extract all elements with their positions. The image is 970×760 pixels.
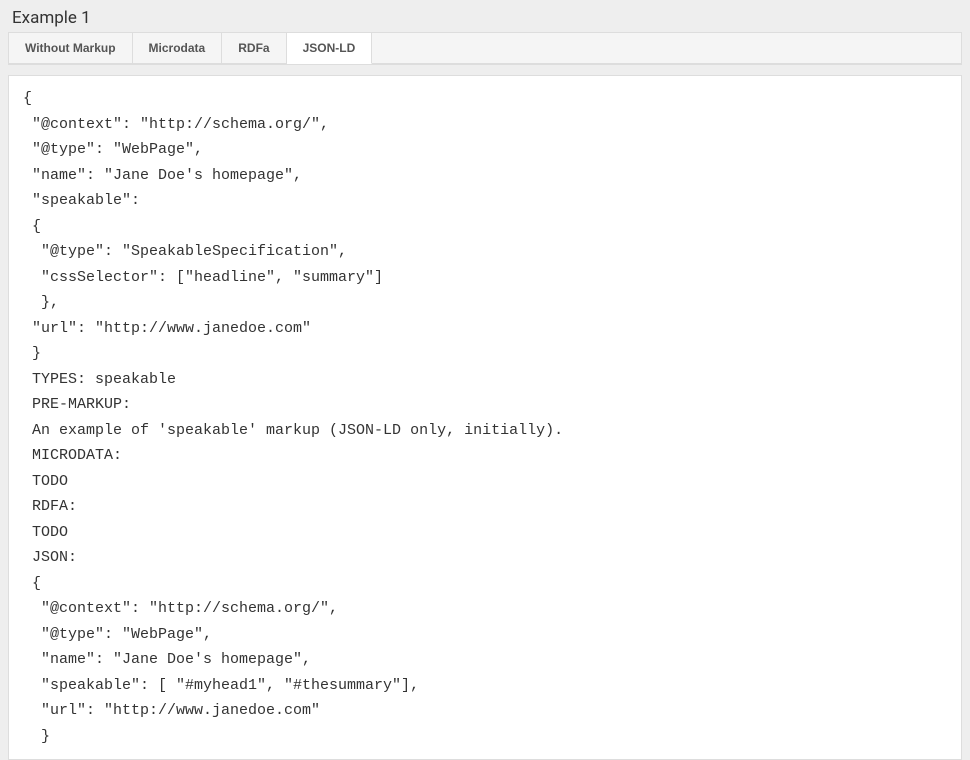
tabs-header: Without Markup Microdata RDFa JSON-LD xyxy=(9,33,961,64)
tabs-container: Without Markup Microdata RDFa JSON-LD xyxy=(8,32,962,65)
tab-rdfa[interactable]: RDFa xyxy=(222,33,286,63)
code-panel: { "@context": "http://schema.org/", "@ty… xyxy=(8,75,962,760)
tab-microdata[interactable]: Microdata xyxy=(133,33,223,63)
code-box: { "@context": "http://schema.org/", "@ty… xyxy=(8,75,962,760)
tab-without-markup[interactable]: Without Markup xyxy=(9,33,133,63)
tab-json-ld[interactable]: JSON-LD xyxy=(287,33,373,64)
code-content: { "@context": "http://schema.org/", "@ty… xyxy=(23,86,947,749)
example-heading: Example 1 xyxy=(8,8,962,28)
